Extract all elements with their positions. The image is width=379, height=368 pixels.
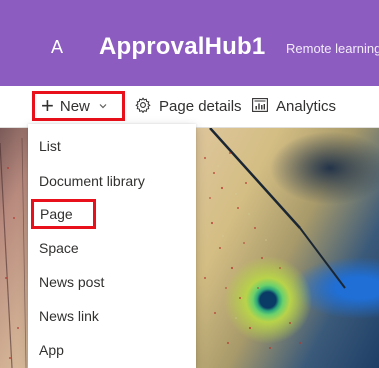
menu-item-document-library[interactable]: Document library bbox=[28, 164, 196, 198]
analytics-icon bbox=[252, 97, 276, 116]
menu-item-news-link[interactable]: News link bbox=[28, 299, 196, 333]
menu-item-list[interactable]: List bbox=[28, 129, 196, 163]
site-header: A ApprovalHub1 Remote learning bbox=[0, 0, 379, 86]
analytics-button[interactable]: Analytics bbox=[252, 86, 336, 127]
menu-item-space[interactable]: Space bbox=[28, 231, 196, 265]
page-details-button[interactable]: Page details bbox=[135, 86, 242, 127]
menu-item-label: News link bbox=[39, 308, 99, 324]
menu-item-app[interactable]: App bbox=[28, 333, 196, 367]
menu-item-label: App bbox=[39, 342, 64, 358]
command-bar: + New Page details Analytics bbox=[0, 86, 379, 127]
new-dropdown-menu: List Document library Page Space News po… bbox=[28, 124, 196, 368]
site-title[interactable]: ApprovalHub1 bbox=[99, 33, 265, 61]
nav-link-remote-learning[interactable]: Remote learning bbox=[286, 40, 379, 58]
new-button-label: New bbox=[59, 97, 90, 115]
site-logo-initial[interactable]: A bbox=[51, 36, 63, 58]
analytics-label: Analytics bbox=[276, 98, 337, 115]
new-button[interactable]: + New bbox=[32, 91, 125, 121]
menu-item-news-post[interactable]: News post bbox=[28, 265, 196, 299]
menu-item-label: List bbox=[39, 138, 61, 154]
gear-icon bbox=[135, 96, 159, 117]
chevron-down-icon bbox=[98, 98, 116, 115]
menu-item-label: Space bbox=[39, 240, 79, 256]
page-details-label: Page details bbox=[159, 98, 242, 115]
menu-item-page[interactable]: Page bbox=[28, 197, 196, 231]
plus-icon: + bbox=[41, 93, 54, 118]
menu-item-label: Document library bbox=[39, 173, 145, 189]
menu-item-label: News post bbox=[39, 274, 105, 290]
menu-item-label: Page bbox=[31, 199, 96, 229]
